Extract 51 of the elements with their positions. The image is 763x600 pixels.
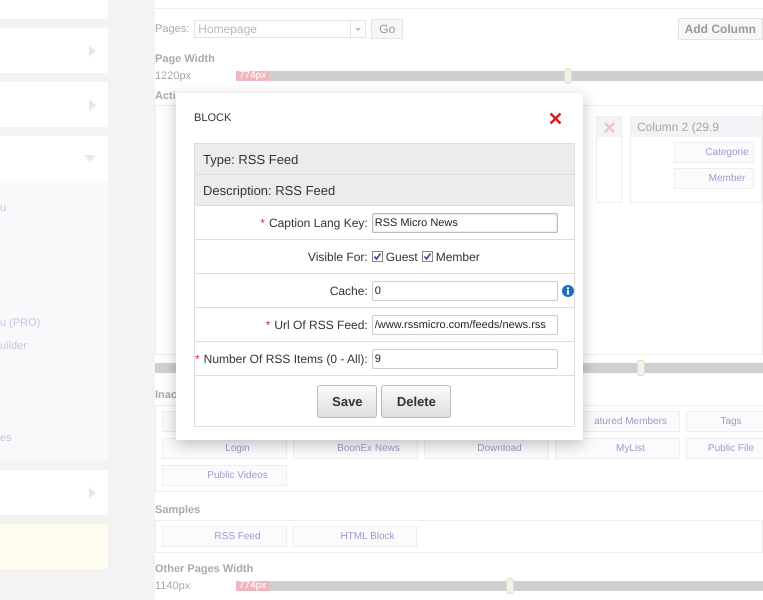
block-item[interactable]: MyList <box>555 438 680 459</box>
checkbox[interactable] <box>372 251 383 262</box>
block-item[interactable]: Login <box>162 438 287 459</box>
go-button[interactable]: Go <box>371 19 404 39</box>
field-label: Cache: <box>194 274 372 308</box>
block-item[interactable]: Member <box>674 168 754 189</box>
block-item[interactable]: Tags <box>686 411 763 432</box>
field-label: * Caption Lang Key: <box>194 206 372 240</box>
section-heading: Other Pages Width <box>155 563 254 575</box>
text-field[interactable]: RSS Micro News <box>372 212 558 232</box>
checkbox-label: Member <box>436 250 480 264</box>
close-icon[interactable] <box>549 112 562 124</box>
text-field[interactable]: 0 <box>372 280 558 300</box>
info-icon[interactable] <box>562 284 574 296</box>
section-heading: Page Width <box>155 53 216 65</box>
section-heading: Acti <box>155 90 177 102</box>
width-value: 1220px <box>155 70 192 82</box>
add-column-button[interactable]: Add Column <box>678 18 763 40</box>
width-slider[interactable]: 774px <box>236 71 763 81</box>
section-heading: Samples <box>155 504 202 516</box>
checkbox-label: Guest <box>386 250 418 264</box>
width-slider[interactable]: 774px <box>236 581 763 591</box>
field-label: Visible For: <box>194 240 372 274</box>
checkbox[interactable] <box>422 251 433 262</box>
block-item[interactable]: RSS Feed <box>162 526 287 547</box>
slider-label: 774px <box>236 71 270 81</box>
slider-handle[interactable] <box>637 360 646 376</box>
block-item[interactable]: BoonEx News <box>293 438 418 459</box>
text-field[interactable]: 9 <box>372 348 558 368</box>
block-item[interactable]: Public Videos <box>162 465 287 486</box>
section-heading: Inac <box>155 389 178 401</box>
delete-button[interactable]: Delete <box>381 384 452 418</box>
block-item[interactable]: Download <box>424 438 549 459</box>
pages-label: Pages: <box>155 23 190 35</box>
block-item[interactable]: Public File <box>686 438 763 459</box>
slider-handle[interactable] <box>506 578 514 594</box>
width-value: 1140px <box>155 580 192 592</box>
page-select[interactable]: Homepage <box>194 20 366 38</box>
field-label: * Url Of RSS Feed: <box>194 308 372 342</box>
dropdown-caret-icon <box>355 28 362 31</box>
info-row: Description: RSS Feed <box>194 174 574 206</box>
column-title: Column 2 (29.9 <box>631 117 761 137</box>
save-button[interactable]: Save <box>317 384 378 418</box>
text-field[interactable]: /www.rssmicro.com/feeds/news.rss <box>372 314 558 334</box>
block-item[interactable]: Categorie <box>674 142 754 163</box>
info-row: Type: RSS Feed <box>194 144 574 174</box>
slider-handle[interactable] <box>564 68 572 84</box>
dialog-title: BLOCK <box>194 112 232 124</box>
block-item[interactable]: HTML Block <box>292 526 417 547</box>
field-label: * Number Of RSS Items (0 - All): <box>194 342 372 376</box>
slider-label: 774px <box>236 581 270 591</box>
